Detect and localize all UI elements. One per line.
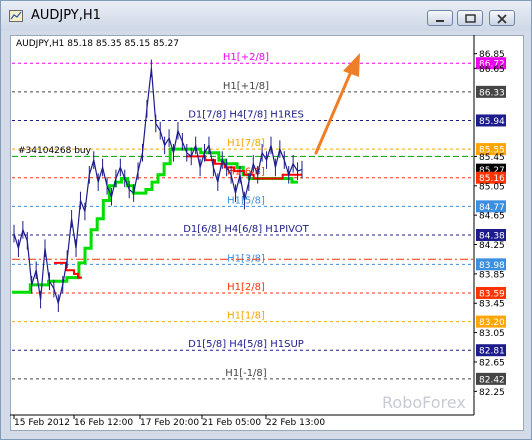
time-tick-label: 22 Feb 13:00: [266, 418, 325, 428]
time-tick-label: 17 Feb 20:00: [140, 418, 199, 428]
time-tick-label: 16 Feb 12:00: [74, 418, 133, 428]
time-axis: 15 Feb 2012 16 Feb 12:00 17 Feb 20:00 21 Fe…: [10, 414, 474, 428]
price-tag-label: 86.33: [479, 88, 505, 98]
watermark: RoboForex: [382, 393, 466, 412]
title-bar[interactable]: AUDJPY,H1: [1, 1, 531, 31]
price-tag-label: 85.94: [479, 117, 505, 127]
price-tick-label: 82.25: [479, 388, 505, 398]
level-label: H1[5/8]: [227, 195, 265, 206]
price-line: [13, 68, 303, 306]
price-tag-label: 83.20: [479, 318, 505, 328]
price-tick-label: 84.25: [479, 241, 505, 251]
price-tag-label: 83.98: [479, 261, 505, 271]
price-axis: 86.7286.3385.9485.5585.2785.1684.7784.38…: [473, 35, 506, 415]
price-tick-label: 84.65: [479, 212, 505, 222]
price-tick-label: 86.65: [479, 65, 505, 75]
price-tick-label: 83.85: [479, 270, 505, 280]
price-tick-label: 83.05: [479, 329, 505, 339]
level-label: D1[5/8] H4[5/8] H1SUP: [188, 339, 304, 350]
price-tick-label: 85.05: [479, 182, 505, 192]
price-tag-label: 84.38: [479, 231, 505, 241]
level-label: H1[7/8]: [227, 138, 265, 149]
time-tick-label: 21 Feb 05:00: [202, 418, 261, 428]
window-title: AUDJPY,H1: [31, 8, 101, 23]
price-tick-label: 86.85: [479, 50, 505, 60]
price-tag-label: 83.59: [479, 289, 505, 299]
level-label: H1[2/8]: [227, 282, 265, 293]
maximize-icon: [465, 14, 476, 23]
level-lines: H1[+2/8] H1[+1/8] D1[7/8] H4[7/8] H1RES H1[…: [12, 52, 473, 380]
level-label: D1[7/8] H4[7/8] H1RES: [188, 109, 304, 120]
chart-header: AUDJPY,H1 85.18 85.35 85.15 85.27: [16, 39, 179, 49]
price-tick-label: 85.45: [479, 153, 505, 163]
minimize-icon: [436, 20, 444, 22]
price-series: [13, 59, 303, 313]
maximize-button[interactable]: [457, 10, 483, 26]
level-label: H1[-1/8]: [225, 368, 266, 379]
close-icon: [497, 14, 507, 24]
trend-arrow-icon: [314, 53, 360, 155]
price-tag-label: 82.42: [479, 375, 505, 385]
chart-window-icon: [9, 10, 23, 22]
minimize-button[interactable]: [427, 10, 453, 26]
price-tag-label: 82.81: [479, 347, 505, 357]
level-label: H1[+2/8]: [223, 52, 269, 63]
order-label: #34104268 buy: [18, 146, 92, 156]
level-label: H1[+1/8]: [223, 81, 269, 92]
level-label: H1[1/8]: [227, 311, 265, 322]
level-label: D1[6/8] H4[6/8] H1PIVOT: [183, 224, 309, 235]
price-tick-label: 82.65: [479, 358, 505, 368]
chart-area[interactable]: H1[+2/8] H1[+1/8] D1[7/8] H4[7/8] H1RES H1[…: [10, 35, 522, 429]
time-tick-label: 15 Feb 2012: [14, 418, 70, 428]
close-button[interactable]: [489, 10, 515, 26]
price-tick-label: 83.45: [479, 300, 505, 310]
